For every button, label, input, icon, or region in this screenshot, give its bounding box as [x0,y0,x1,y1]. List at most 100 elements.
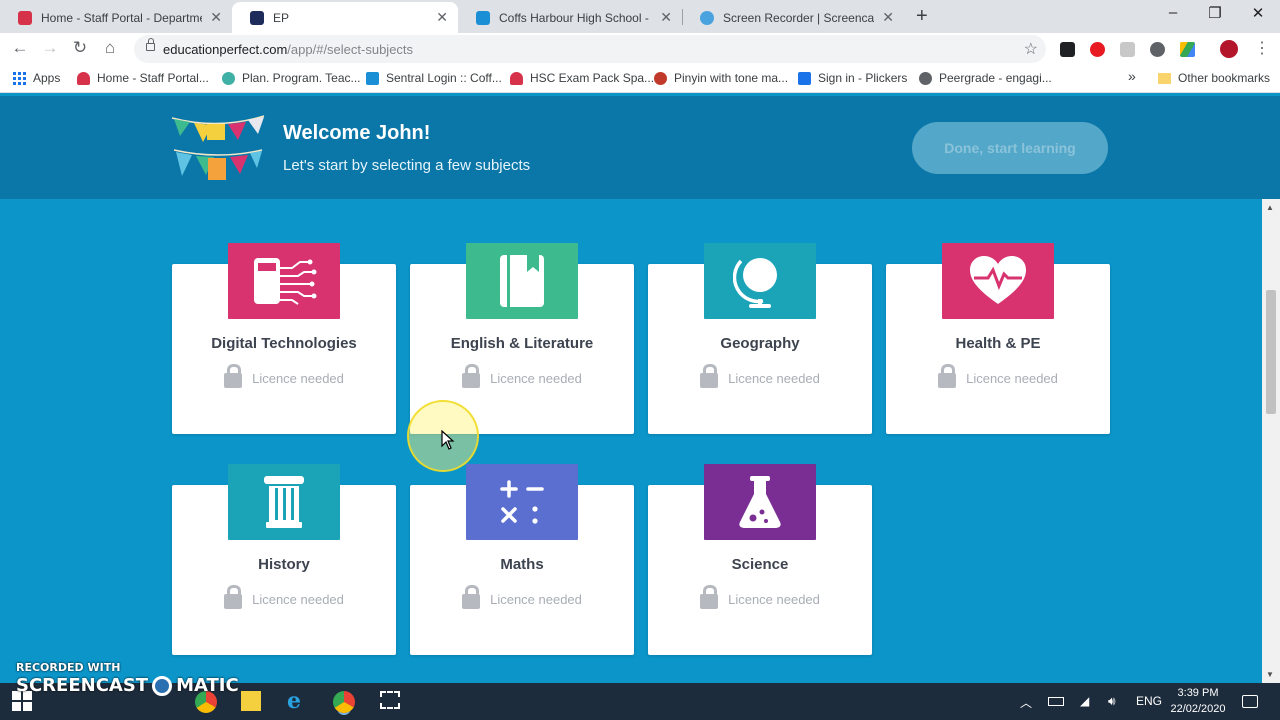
leaf-icon [222,71,235,85]
browser-tab-active[interactable]: EP ✕ [232,2,458,33]
tab-title: Coffs Harbour High School - Das [499,10,652,25]
scroll-up-arrow-icon[interactable]: ▲ [1266,203,1274,212]
globe-icon [704,243,816,319]
bookmark-label: Peergrade - engagi... [939,71,1052,85]
apps-grid-icon [13,71,26,85]
bookmark-label: Apps [33,71,61,85]
padlock-icon [462,585,481,609]
extension-s-icon[interactable] [1150,42,1165,57]
scroll-down-arrow-icon[interactable]: ▼ [1266,670,1274,679]
tab-strip: Home - Staff Portal - Department ✕ EP ✕ … [0,0,1280,33]
extension-drive-icon[interactable] [1180,42,1195,57]
extension-video-icon[interactable] [1120,42,1135,57]
url-host: educationperfect.com [163,42,288,57]
bookmark-pinyin[interactable]: Pinyin with tone ma... [654,71,788,85]
more-bookmarks-button[interactable]: » [1128,68,1136,84]
bunting-icon [171,115,265,180]
new-tab-button[interactable]: + [916,5,928,28]
home-button[interactable]: ⌂ [98,38,122,58]
math-symbols-icon [466,464,578,540]
subject-card-health-pe[interactable]: Health & PE Licence needed [886,243,1110,434]
bookmark-plickers[interactable]: Sign in - Plickers [798,71,907,85]
subject-name: English & Literature [450,335,594,352]
browser-tab[interactable]: Coffs Harbour High School - Das ✕ [458,2,682,33]
address-bar[interactable]: educationperfect.com/app/#/select-subjec… [134,35,1046,63]
bookmark-label: Sentral Login :: Coff... [386,71,502,85]
volume-icon[interactable]: 🔊︎ [1108,694,1116,709]
bookmark-peergrade[interactable]: Peergrade - engagi... [919,71,1052,85]
nsw-icon [77,71,90,85]
tab-title: EP [273,10,290,25]
snipping-tool-icon[interactable] [380,691,400,709]
page-scrollbar[interactable] [1262,199,1280,683]
tab-title: Screen Recorder | Screencast-O- [723,10,875,25]
done-start-learning-button[interactable]: Done, start learning [912,122,1108,174]
welcome-header: Welcome John! Let's start by selecting a… [0,96,1280,199]
close-tab-icon[interactable]: ✕ [436,9,448,26]
close-tab-icon[interactable]: ✕ [660,9,672,26]
subject-card-history[interactable]: History Licence needed [172,464,396,655]
licence-label: Licence needed [728,591,820,607]
padlock-icon [700,364,719,388]
padlock-icon [938,364,957,388]
licence-status: Licence needed [172,364,396,388]
bookmark-label: Sign in - Plickers [818,71,908,85]
subject-card-science[interactable]: Science Licence needed [648,464,872,655]
battery-icon[interactable] [1048,697,1064,706]
licence-status: Licence needed [172,585,396,609]
chrome-active-taskbar-icon[interactable] [333,691,355,713]
bookmark-label: HSC Exam Pack Spa... [530,71,655,85]
close-tab-icon[interactable]: ✕ [882,9,894,26]
tray-overflow-icon[interactable]: ︿ [1020,694,1032,711]
maximize-button[interactable]: ❐ [1200,4,1230,22]
browser-tab[interactable]: Home - Staff Portal - Department ✕ [0,2,232,33]
bookmark-plan-program[interactable]: Plan. Program. Teac... [222,71,361,85]
other-bookmarks[interactable]: Other bookmarks [1158,71,1270,85]
reload-button[interactable]: ↻ [68,38,92,58]
extension-screencast-icon[interactable] [1060,42,1075,57]
language-indicator[interactable]: ENG [1136,694,1162,708]
bookmark-hsc-exam[interactable]: HSC Exam Pack Spa... [510,71,654,85]
bookmark-label: Plan. Program. Teac... [242,71,361,85]
subject-name: Geography [720,335,800,352]
subject-card-geography[interactable]: Geography Licence needed [648,243,872,434]
notifications-icon[interactable] [1242,695,1258,708]
network-icon[interactable]: ◢ [1080,694,1089,708]
padlock-icon [700,585,719,609]
close-window-button[interactable]: ✕ [1243,4,1273,22]
sticky-notes-icon[interactable] [241,691,261,711]
check-icon [798,71,811,85]
licence-label: Licence needed [252,370,344,386]
back-button[interactable]: ← [8,38,32,58]
bookmark-staff-portal[interactable]: Home - Staff Portal... [77,71,209,85]
screencast-watermark: RECORDED WITH SCREENCAST MATIC [16,661,239,696]
watermark-line1: RECORDED WITH [16,661,121,674]
url-text[interactable]: educationperfect.com/app/#/select-subjec… [163,42,413,57]
forward-button[interactable]: → [38,38,62,58]
bookmark-star-icon[interactable]: ☆ [1024,39,1038,59]
folder-icon [1158,72,1171,84]
system-clock[interactable]: 3:39 PM 22/02/2020 [1168,685,1228,717]
column-icon [228,464,340,540]
bookmark-sentral[interactable]: Sentral Login :: Coff... [366,71,502,85]
chrome-menu-icon[interactable]: ⋮ [1254,38,1270,58]
sentral-favicon-icon [476,10,490,25]
close-tab-icon[interactable]: ✕ [210,9,222,26]
subject-card-maths[interactable]: Maths Licence needed [410,464,634,655]
internet-explorer-icon[interactable]: e [287,688,309,714]
more-bookmarks-icon: » [1128,68,1136,84]
scrollbar-thumb[interactable] [1266,290,1276,414]
browser-tab[interactable]: Screen Recorder | Screencast-O- ✕ [682,2,904,33]
browser-toolbar: ← → ↻ ⌂ educationperfect.com/app/#/selec… [0,33,1280,65]
screencast-favicon-icon [700,10,714,25]
subject-card-digital-technologies[interactable]: Digital Technologies Licence needed [172,243,396,434]
minimize-button[interactable]: – [1158,4,1188,21]
tab-title: Home - Staff Portal - Department [41,10,203,25]
welcome-subtitle: Let's start by selecting a few subjects [283,157,531,174]
nsw-icon [510,71,523,85]
nsw-favicon-icon [18,10,32,25]
extension-opera-icon[interactable] [1090,42,1105,57]
profile-avatar-icon[interactable] [1220,40,1238,58]
licence-status: Licence needed [648,585,872,609]
bookmark-apps[interactable]: Apps [13,71,60,85]
